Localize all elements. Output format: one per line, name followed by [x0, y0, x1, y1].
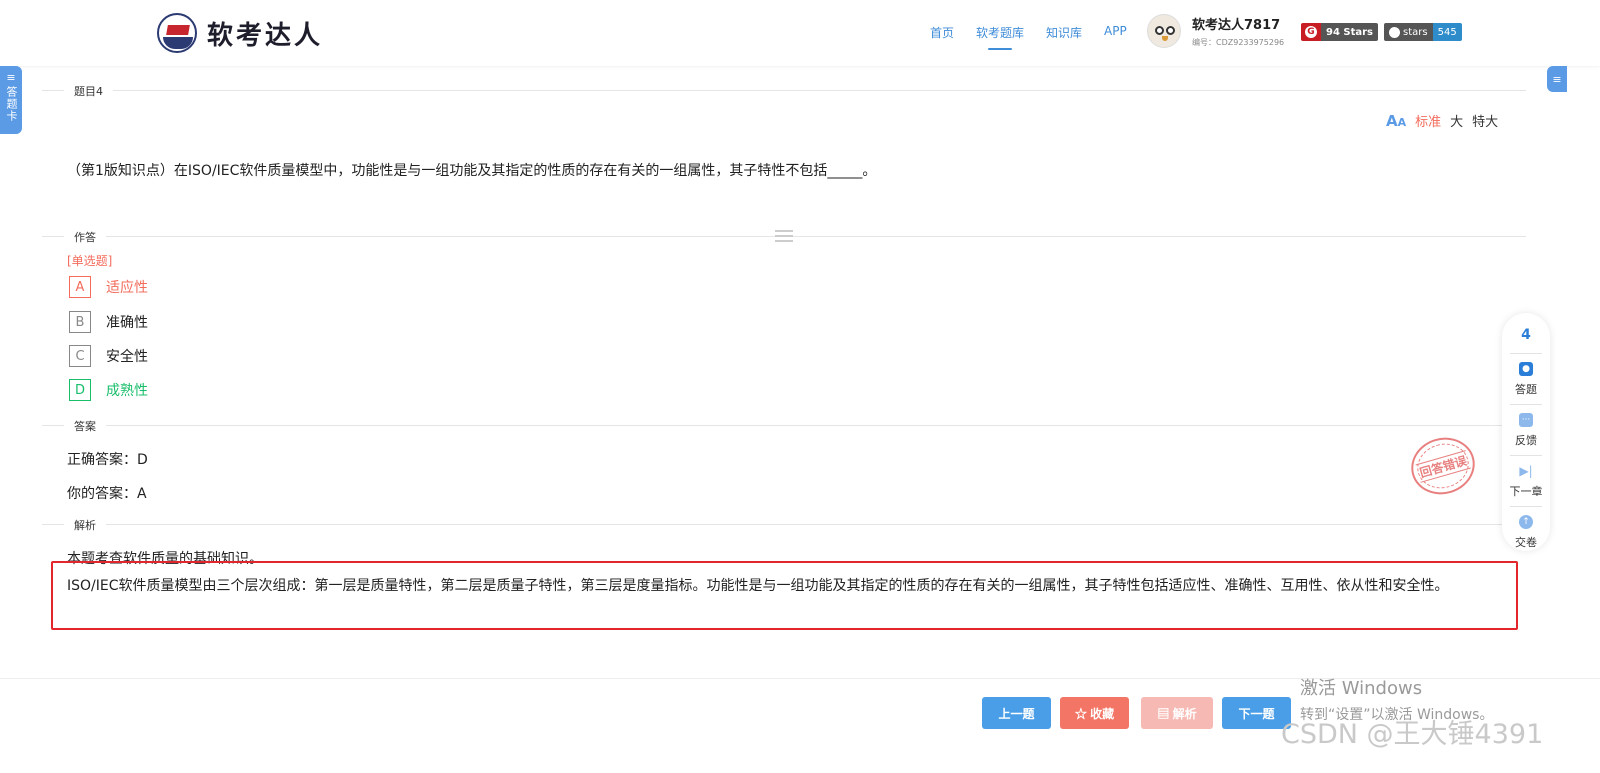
panel-submit-button[interactable]: ↑ 交卷: [1502, 515, 1550, 550]
gitee-icon: G: [1305, 26, 1317, 38]
nav-question-bank[interactable]: 软考题库: [976, 24, 1024, 50]
font-size-xlarge[interactable]: 特大: [1472, 111, 1498, 130]
section-divider: [42, 425, 1526, 426]
panel-next-chapter-label: 下一章: [1509, 485, 1543, 498]
gitee-stars-badge[interactable]: G 94 Stars: [1301, 23, 1379, 41]
answer-card-tab[interactable]: ≡ 答题卡: [0, 66, 22, 134]
favorite-button[interactable]: ☆ 收藏: [1060, 697, 1129, 729]
user-profile[interactable]: 软考达人7817 编号：CDZ9233975296: [1147, 14, 1284, 48]
analysis-section-title: 解析: [64, 517, 106, 533]
panel-divider: [1510, 404, 1542, 405]
result-section-title: 答案: [64, 418, 106, 434]
floating-tool-panel: 4 ● 答题 ··· 反馈 ▶| 下一章 ↑ 交卷: [1502, 313, 1550, 551]
panel-feedback-label: 反馈: [1515, 434, 1537, 447]
answer-section-title: 作答: [64, 229, 106, 245]
section-divider: [42, 90, 1526, 91]
your-answer-text: 你的答案：A: [67, 486, 147, 502]
option-letter: D: [69, 379, 91, 401]
current-question-number: 4: [1521, 327, 1531, 343]
nav-app[interactable]: APP: [1104, 24, 1127, 41]
option-label: 安全性: [106, 349, 148, 365]
github-icon: [1389, 26, 1401, 38]
user-id: 编号：CDZ9233975296: [1192, 38, 1285, 47]
nav-knowledge-base[interactable]: 知识库: [1046, 24, 1082, 41]
analysis-button[interactable]: ▤ 解析: [1141, 697, 1213, 729]
menu-icon: ≡: [1552, 72, 1562, 86]
wrong-answer-stamp: 回答错误: [1404, 430, 1482, 502]
option-letter: B: [69, 311, 91, 333]
option-letter: C: [69, 345, 91, 367]
nav-home[interactable]: 首页: [930, 24, 954, 41]
answer-card-label: 答题卡: [5, 86, 18, 122]
main-nav: 首页 软考题库 知识库 APP: [930, 24, 1127, 50]
option-b[interactable]: B 准确性: [69, 310, 148, 334]
panel-submit-label: 交卷: [1515, 536, 1537, 549]
avatar[interactable]: [1147, 14, 1181, 48]
panel-feedback-button[interactable]: ··· 反馈: [1502, 413, 1550, 448]
panel-answer-button[interactable]: ● 答题: [1502, 362, 1550, 397]
option-d[interactable]: D 成熟性: [69, 378, 148, 402]
option-label: 适应性: [106, 280, 148, 296]
question-section-title: 题目4: [64, 83, 113, 99]
panel-next-chapter-button[interactable]: ▶| 下一章: [1502, 464, 1550, 499]
repo-badges: G 94 Stars stars 545: [1301, 23, 1462, 41]
stamp-text: 回答错误: [1415, 449, 1471, 483]
correct-answer-text: 正确答案：D: [67, 452, 148, 468]
site-logo[interactable]: 软考达人: [157, 12, 323, 54]
answer-sheet-icon: ●: [1519, 362, 1533, 376]
github-stars-value: 545: [1432, 23, 1462, 41]
question-text: （第1版知识点）在ISO/IEC软件质量模型中，功能性是与一组功能及其指定的性质…: [67, 163, 877, 179]
menu-icon: ≡: [6, 71, 16, 84]
option-letter: A: [69, 276, 91, 298]
top-header: 软考达人 首页 软考题库 知识库 APP 软考达人7817 编号：CDZ9233…: [0, 0, 1600, 66]
github-stars-label: stars: [1403, 26, 1428, 38]
panel-divider: [1510, 506, 1542, 507]
option-label: 准确性: [106, 315, 148, 331]
right-menu-tab[interactable]: ≡: [1547, 66, 1567, 92]
prev-question-button[interactable]: 上一题: [982, 697, 1051, 729]
question-type-label: [单选题]: [67, 254, 113, 268]
upload-arrow-icon: ↑: [1519, 515, 1533, 529]
panel-answer-label: 答题: [1515, 383, 1537, 396]
logo-text: 软考达人: [207, 20, 324, 51]
csdn-watermark: CSDN @王大锤4391: [1281, 719, 1544, 750]
analysis-body: ISO/IEC软件质量模型由三个层次组成：第一层是质量特性，第二层是质量子特性，…: [67, 578, 1449, 594]
logo-emblem-icon: [157, 13, 197, 53]
gitee-stars-value: 94 Stars: [1321, 23, 1379, 41]
option-a[interactable]: A 适应性: [69, 275, 148, 299]
font-size-icon: AA: [1386, 111, 1407, 130]
section-divider: [42, 524, 1526, 525]
font-size-standard[interactable]: 标准: [1415, 111, 1441, 130]
font-size-large[interactable]: 大: [1450, 111, 1463, 130]
option-c[interactable]: C 安全性: [69, 344, 148, 368]
user-name: 软考达人7817: [1192, 18, 1281, 33]
skip-next-icon: ▶|: [1519, 464, 1533, 478]
watermark-line1: 激活 Windows: [1300, 678, 1423, 699]
github-stars-badge[interactable]: stars 545: [1384, 23, 1462, 41]
panel-divider: [1510, 353, 1542, 354]
drag-handle-icon[interactable]: [775, 230, 793, 242]
font-size-control: AA 标准 大 特大: [1386, 111, 1498, 131]
feedback-icon: ···: [1519, 413, 1533, 427]
panel-divider: [1510, 455, 1542, 456]
option-label: 成熟性: [106, 383, 148, 399]
